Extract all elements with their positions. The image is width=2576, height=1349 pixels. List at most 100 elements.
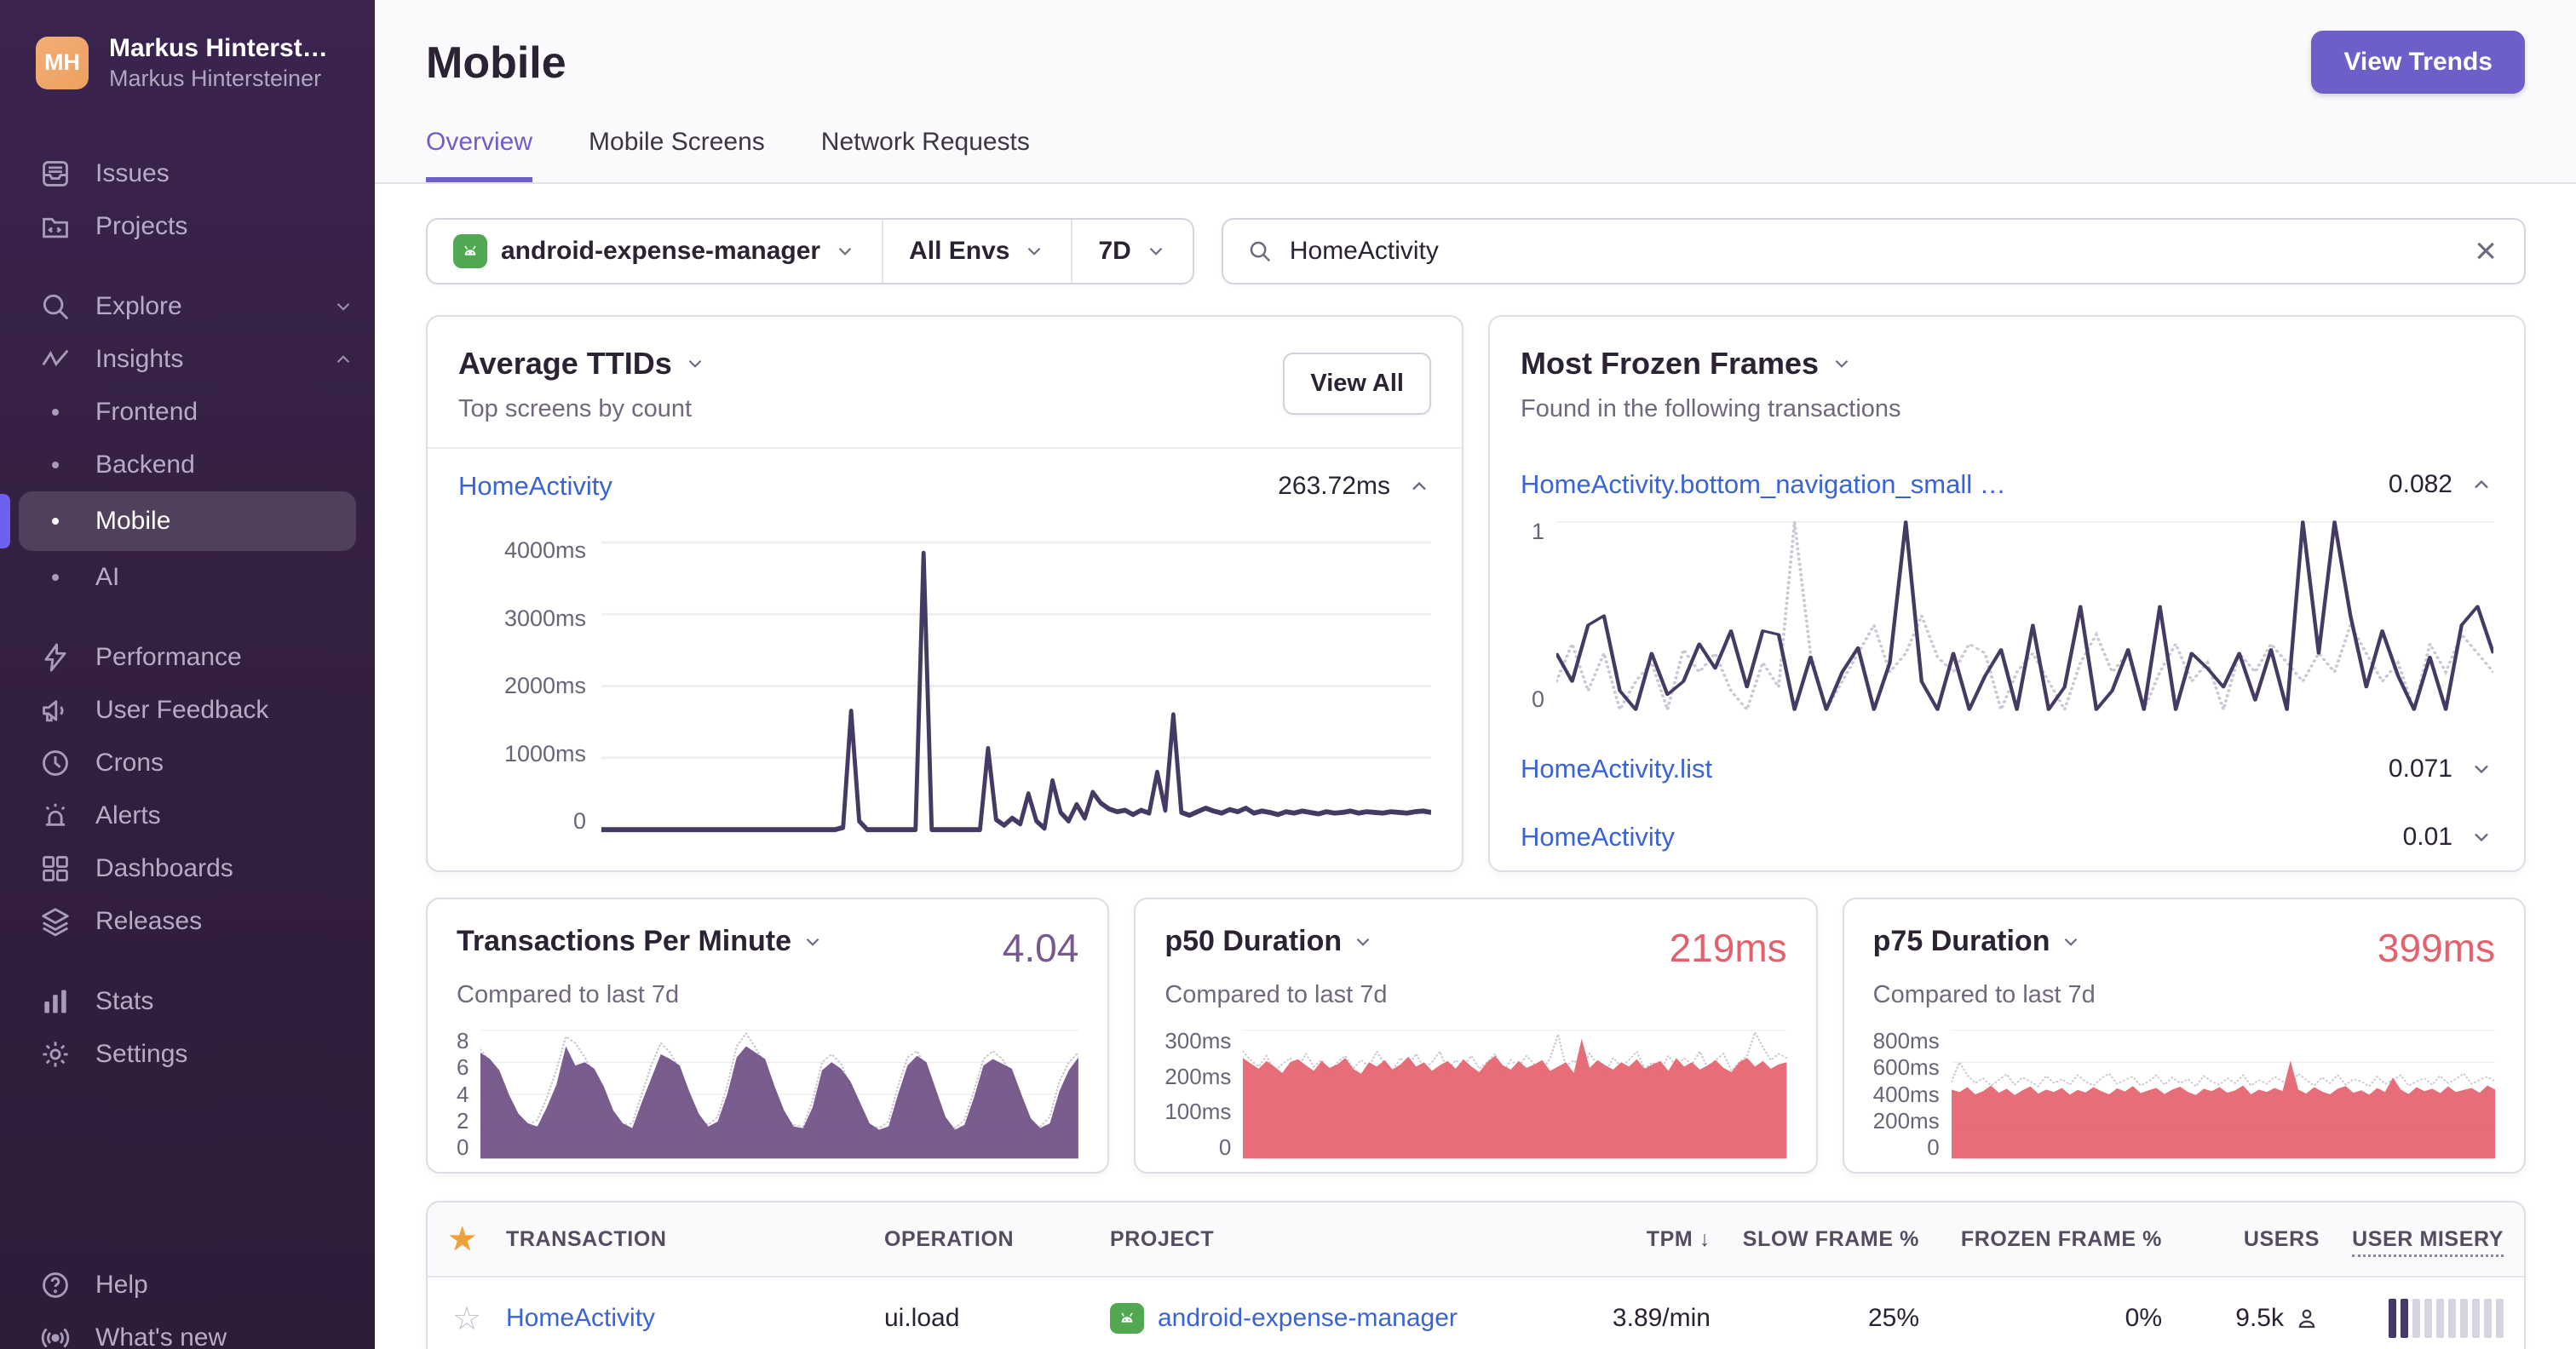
sidebar-item-help[interactable]: Help (0, 1259, 375, 1312)
broadcast-icon (39, 1322, 72, 1349)
sidebar-item-label: Explore (95, 292, 182, 321)
card-title: p75 Duration (1872, 925, 2050, 957)
main-area: Mobile View Trends Overview Mobile Scree… (375, 0, 2576, 1349)
sidebar-item-crons[interactable]: Crons (0, 737, 375, 789)
col-operation[interactable]: OPERATION (884, 1227, 1110, 1252)
user-icon (2298, 1309, 2315, 1329)
metric-value: 0.01 (2402, 823, 2452, 851)
collapse-icon[interactable] (2470, 473, 2493, 497)
megaphone-icon (39, 694, 72, 726)
project-link[interactable]: android-expense-manager (1158, 1304, 1458, 1333)
sidebar-item-ai[interactable]: AI (0, 551, 375, 604)
expand-icon[interactable] (2470, 757, 2493, 781)
sidebar-item-performance[interactable]: Performance (0, 631, 375, 684)
transaction-link[interactable]: HomeActivity (506, 1304, 655, 1332)
card-subtitle: Compared to last 7d (1164, 981, 1388, 1008)
sidebar-item-alerts[interactable]: Alerts (0, 789, 375, 842)
bar-chart-icon (39, 985, 72, 1018)
sidebar-item-user-feedback[interactable]: User Feedback (0, 684, 375, 737)
view-all-button[interactable]: View All (1283, 353, 1431, 415)
p75-metric-select[interactable]: p75 Duration (1873, 925, 2083, 958)
y-tick: 4000ms (503, 537, 586, 563)
environment-selector-label: All Envs (909, 237, 1010, 265)
col-user-misery[interactable]: USER MISERY (2328, 1226, 2524, 1257)
grid-icon (39, 852, 72, 885)
chevron-down-icon (1145, 240, 1167, 262)
page-header: Mobile View Trends Overview Mobile Scree… (375, 0, 2576, 184)
card-title: Most Frozen Frames (1521, 346, 1820, 381)
date-range-selector[interactable]: 7D (1072, 220, 1192, 283)
tab-mobile-screens[interactable]: Mobile Screens (589, 128, 765, 182)
active-indicator (0, 494, 10, 549)
user-org: Markus Hintersteiner (109, 65, 322, 91)
view-trends-button[interactable]: View Trends (2311, 31, 2525, 94)
col-tpm[interactable]: TPM ↓ (1544, 1227, 1719, 1252)
card-title: p50 Duration (1164, 925, 1343, 957)
sidebar-item-label: Frontend (95, 398, 198, 427)
insights-icon (39, 343, 72, 376)
y-axis-labels: 300ms 200ms 100ms 0 (1164, 1028, 1231, 1161)
sidebar-item-stats[interactable]: Stats (0, 975, 375, 1028)
sidebar-item-dashboards[interactable]: Dashboards (0, 842, 375, 895)
user-menu[interactable]: MH Markus Hinterst… Markus Hintersteiner (0, 32, 375, 93)
chevron-down-icon (332, 296, 354, 318)
siren-icon (39, 800, 72, 832)
tab-network-requests[interactable]: Network Requests (821, 128, 1030, 182)
transaction-link[interactable]: HomeActivity.list (1521, 754, 1712, 784)
y-tick: 6 (457, 1054, 469, 1081)
transaction-link[interactable]: HomeActivity.bottom_navigation_small … (1521, 469, 2006, 500)
sidebar-item-projects[interactable]: Projects (0, 200, 375, 253)
top-cards-row: Average TTIDs Top screens by count View … (426, 315, 2526, 872)
sidebar-item-releases[interactable]: Releases (0, 895, 375, 948)
page-filter-group: android-expense-manager All Envs 7D (426, 218, 1194, 284)
sidebar-item-label: Issues (95, 159, 170, 188)
sidebar-item-issues[interactable]: Issues (0, 147, 375, 200)
y-tick: 4 (457, 1081, 469, 1107)
sidebar-item-label: Insights (95, 345, 184, 374)
sidebar-item-insights[interactable]: Insights (0, 333, 375, 386)
tab-overview[interactable]: Overview (426, 128, 533, 182)
sidebar-item-mobile[interactable]: Mobile (0, 491, 356, 552)
col-project[interactable]: PROJECT (1110, 1227, 1544, 1252)
transaction-link[interactable]: HomeActivity (458, 471, 612, 502)
y-tick: 200ms (1164, 1063, 1232, 1089)
y-tick: 600ms (1872, 1054, 1940, 1081)
y-tick: 300ms (1164, 1028, 1232, 1053)
y-tick: 200ms (1872, 1107, 1940, 1134)
expand-icon[interactable] (2470, 825, 2493, 849)
star-icon[interactable]: ★ (449, 1221, 477, 1256)
environment-selector[interactable]: All Envs (883, 220, 1071, 283)
p50-metric-select[interactable]: p50 Duration (1164, 925, 1374, 958)
y-tick: 800ms (1872, 1028, 1940, 1053)
bullet-icon (39, 462, 72, 469)
y-tick: 0 (572, 808, 586, 834)
frozen-frames-metric-select[interactable]: Most Frozen Frames (1521, 346, 2493, 382)
y-axis-labels: 800ms 600ms 400ms 200ms 0 (1873, 1028, 1940, 1161)
sidebar-item-whats-new[interactable]: What's new (0, 1312, 375, 1349)
search-input[interactable] (1289, 237, 2455, 266)
collapse-icon[interactable] (1407, 474, 1431, 498)
transaction-link[interactable]: HomeActivity (1521, 822, 1675, 852)
sidebar-item-settings[interactable]: Settings (0, 1028, 375, 1081)
y-tick: 1 (1531, 519, 1544, 544)
p75-duration-card: p75 Duration 399ms Compared to last 7d 8… (1842, 898, 2526, 1174)
metric-value: 0.082 (2388, 470, 2452, 498)
sidebar-item-backend[interactable]: Backend (0, 439, 375, 491)
chevron-down-icon (1831, 353, 1853, 375)
sidebar-item-label: Dashboards (95, 854, 233, 883)
col-users[interactable]: USERS (2171, 1227, 2328, 1252)
clear-search-icon[interactable]: × (2471, 232, 2500, 270)
average-ttids-card: Average TTIDs Top screens by count View … (426, 315, 1463, 872)
sidebar-item-explore[interactable]: Explore (0, 280, 375, 333)
frozen-frames-line-chart (1556, 520, 2493, 713)
sidebar-item-frontend[interactable]: Frontend (0, 386, 375, 439)
star-toggle-icon[interactable]: ☆ (452, 1301, 481, 1337)
sidebar-item-label: Crons (95, 749, 164, 778)
y-tick: 2 (457, 1107, 469, 1134)
col-frozen-frame[interactable]: FROZEN FRAME % (1928, 1227, 2171, 1252)
project-selector[interactable]: android-expense-manager (428, 220, 882, 283)
tpm-metric-select[interactable]: Transactions Per Minute (457, 925, 824, 958)
col-slow-frame[interactable]: SLOW FRAME % (1719, 1227, 1928, 1252)
avatar: MH (36, 36, 89, 89)
col-transaction[interactable]: TRANSACTION (506, 1227, 884, 1252)
